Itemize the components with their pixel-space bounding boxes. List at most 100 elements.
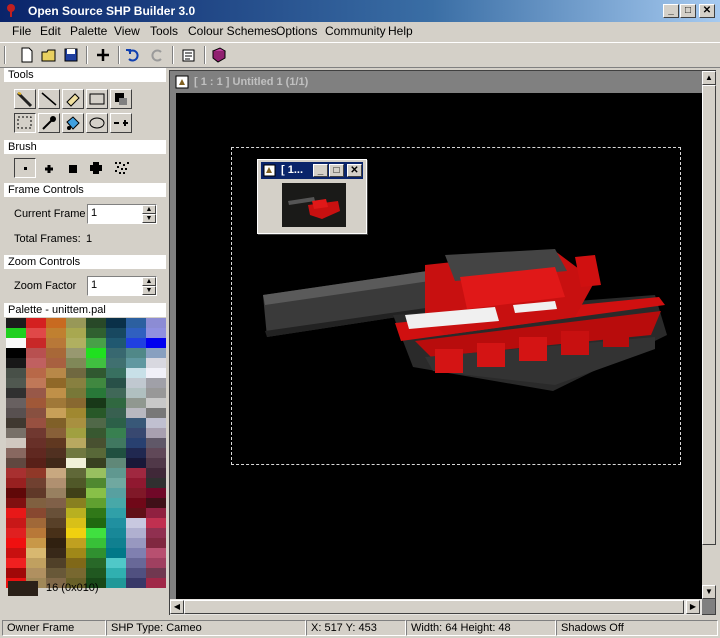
- palette-swatch[interactable]: [126, 528, 146, 538]
- palette-swatch[interactable]: [126, 378, 146, 388]
- palette-swatch[interactable]: [146, 408, 166, 418]
- palette-swatch[interactable]: [146, 518, 166, 528]
- palette-swatch[interactable]: [26, 478, 46, 488]
- palette-swatch[interactable]: [66, 318, 86, 328]
- palette-swatch[interactable]: [146, 328, 166, 338]
- palette-swatch[interactable]: [86, 518, 106, 528]
- palette-swatch[interactable]: [106, 428, 126, 438]
- palette-swatch[interactable]: [46, 498, 66, 508]
- brush-3-icon[interactable]: [66, 162, 80, 176]
- palette-swatch[interactable]: [86, 468, 106, 478]
- palette-swatch[interactable]: [6, 558, 26, 568]
- palette-swatch[interactable]: [6, 388, 26, 398]
- palette-swatch[interactable]: [106, 528, 126, 538]
- palette-swatch[interactable]: [86, 358, 106, 368]
- preview-close-button[interactable]: ✕: [347, 164, 362, 177]
- spin-down-icon[interactable]: ▼: [142, 286, 156, 295]
- palette-swatch[interactable]: [126, 568, 146, 578]
- scroll-thumb-horizontal[interactable]: [184, 600, 684, 614]
- palette-swatch[interactable]: [6, 538, 26, 548]
- palette-swatch[interactable]: [86, 488, 106, 498]
- scroll-right-icon[interactable]: ▶: [686, 600, 700, 614]
- current-frame-spinner[interactable]: 1 ▲ ▼: [87, 204, 157, 224]
- scroll-left-icon[interactable]: ◀: [170, 600, 184, 614]
- palette-swatch[interactable]: [126, 388, 146, 398]
- fill-bucket-tool[interactable]: [62, 113, 84, 133]
- palette-swatch[interactable]: [46, 388, 66, 398]
- palette-swatch[interactable]: [66, 398, 86, 408]
- palette-swatch[interactable]: [86, 418, 106, 428]
- palette-swatch[interactable]: [26, 358, 46, 368]
- menu-file[interactable]: File: [12, 24, 31, 38]
- dropper-tool[interactable]: [38, 113, 60, 133]
- palette-swatch[interactable]: [86, 448, 106, 458]
- minimize-button[interactable]: _: [663, 4, 679, 18]
- palette-swatch[interactable]: [126, 448, 146, 458]
- palette-swatch[interactable]: [46, 548, 66, 558]
- palette-swatch[interactable]: [46, 518, 66, 528]
- palette-swatch[interactable]: [126, 398, 146, 408]
- palette-swatch[interactable]: [66, 528, 86, 538]
- palette-swatch[interactable]: [66, 538, 86, 548]
- redo-icon[interactable]: [148, 46, 166, 64]
- save-disk-icon[interactable]: [62, 46, 80, 64]
- palette-swatch[interactable]: [6, 528, 26, 538]
- palette-swatch[interactable]: [66, 448, 86, 458]
- palette-swatch[interactable]: [146, 538, 166, 548]
- palette-swatch[interactable]: [66, 498, 86, 508]
- palette-swatch[interactable]: [66, 518, 86, 528]
- scroll-up-icon[interactable]: ▲: [702, 71, 716, 85]
- palette-swatch[interactable]: [86, 438, 106, 448]
- eraser-tool[interactable]: [62, 89, 84, 109]
- palette-swatch[interactable]: [126, 318, 146, 328]
- menu-community[interactable]: Community: [325, 24, 386, 38]
- palette-swatch[interactable]: [46, 538, 66, 548]
- palette-swatch[interactable]: [126, 408, 146, 418]
- palette-swatch[interactable]: [146, 478, 166, 488]
- line-tool[interactable]: [38, 89, 60, 109]
- palette-swatch[interactable]: [46, 438, 66, 448]
- palette-swatch[interactable]: [46, 348, 66, 358]
- palette-swatch[interactable]: [26, 418, 46, 428]
- palette-swatch[interactable]: [146, 548, 166, 558]
- palette-swatch[interactable]: [86, 478, 106, 488]
- palette-swatch[interactable]: [6, 548, 26, 558]
- palette-swatch[interactable]: [126, 348, 146, 358]
- palette-swatch[interactable]: [46, 458, 66, 468]
- palette-swatch[interactable]: [126, 578, 146, 588]
- palette-swatch[interactable]: [146, 368, 166, 378]
- palette-swatch[interactable]: [26, 458, 46, 468]
- palette-swatch[interactable]: [86, 428, 106, 438]
- palette-swatch[interactable]: [106, 488, 126, 498]
- palette-swatch[interactable]: [86, 338, 106, 348]
- palette-swatch[interactable]: [66, 458, 86, 468]
- palette-swatch[interactable]: [126, 358, 146, 368]
- brush-2-icon[interactable]: [42, 162, 56, 176]
- palette-swatch[interactable]: [26, 328, 46, 338]
- palette-swatch[interactable]: [146, 578, 166, 588]
- palette-swatch[interactable]: [106, 408, 126, 418]
- palette-swatch[interactable]: [26, 468, 46, 478]
- palette-swatch[interactable]: [6, 498, 26, 508]
- palette-swatch[interactable]: [26, 378, 46, 388]
- open-folder-icon[interactable]: [40, 46, 58, 64]
- brush-4-icon[interactable]: [88, 160, 104, 176]
- palette-swatch[interactable]: [26, 528, 46, 538]
- palette-swatch[interactable]: [46, 418, 66, 428]
- palette-swatch[interactable]: [86, 408, 106, 418]
- scroll-down-icon[interactable]: ▼: [702, 585, 716, 599]
- menu-edit[interactable]: Edit: [40, 24, 61, 38]
- palette-swatch[interactable]: [6, 438, 26, 448]
- palette-swatch[interactable]: [146, 558, 166, 568]
- palette-swatch[interactable]: [126, 488, 146, 498]
- properties-icon[interactable]: [180, 46, 198, 64]
- palette-swatch[interactable]: [86, 388, 106, 398]
- menu-view[interactable]: View: [114, 24, 140, 38]
- palette-swatch[interactable]: [46, 358, 66, 368]
- palette-swatch[interactable]: [146, 568, 166, 578]
- palette-swatch[interactable]: [106, 338, 126, 348]
- palette-swatch[interactable]: [66, 438, 86, 448]
- palette-swatch[interactable]: [26, 568, 46, 578]
- palette-swatch[interactable]: [126, 538, 146, 548]
- palette-swatch[interactable]: [106, 478, 126, 488]
